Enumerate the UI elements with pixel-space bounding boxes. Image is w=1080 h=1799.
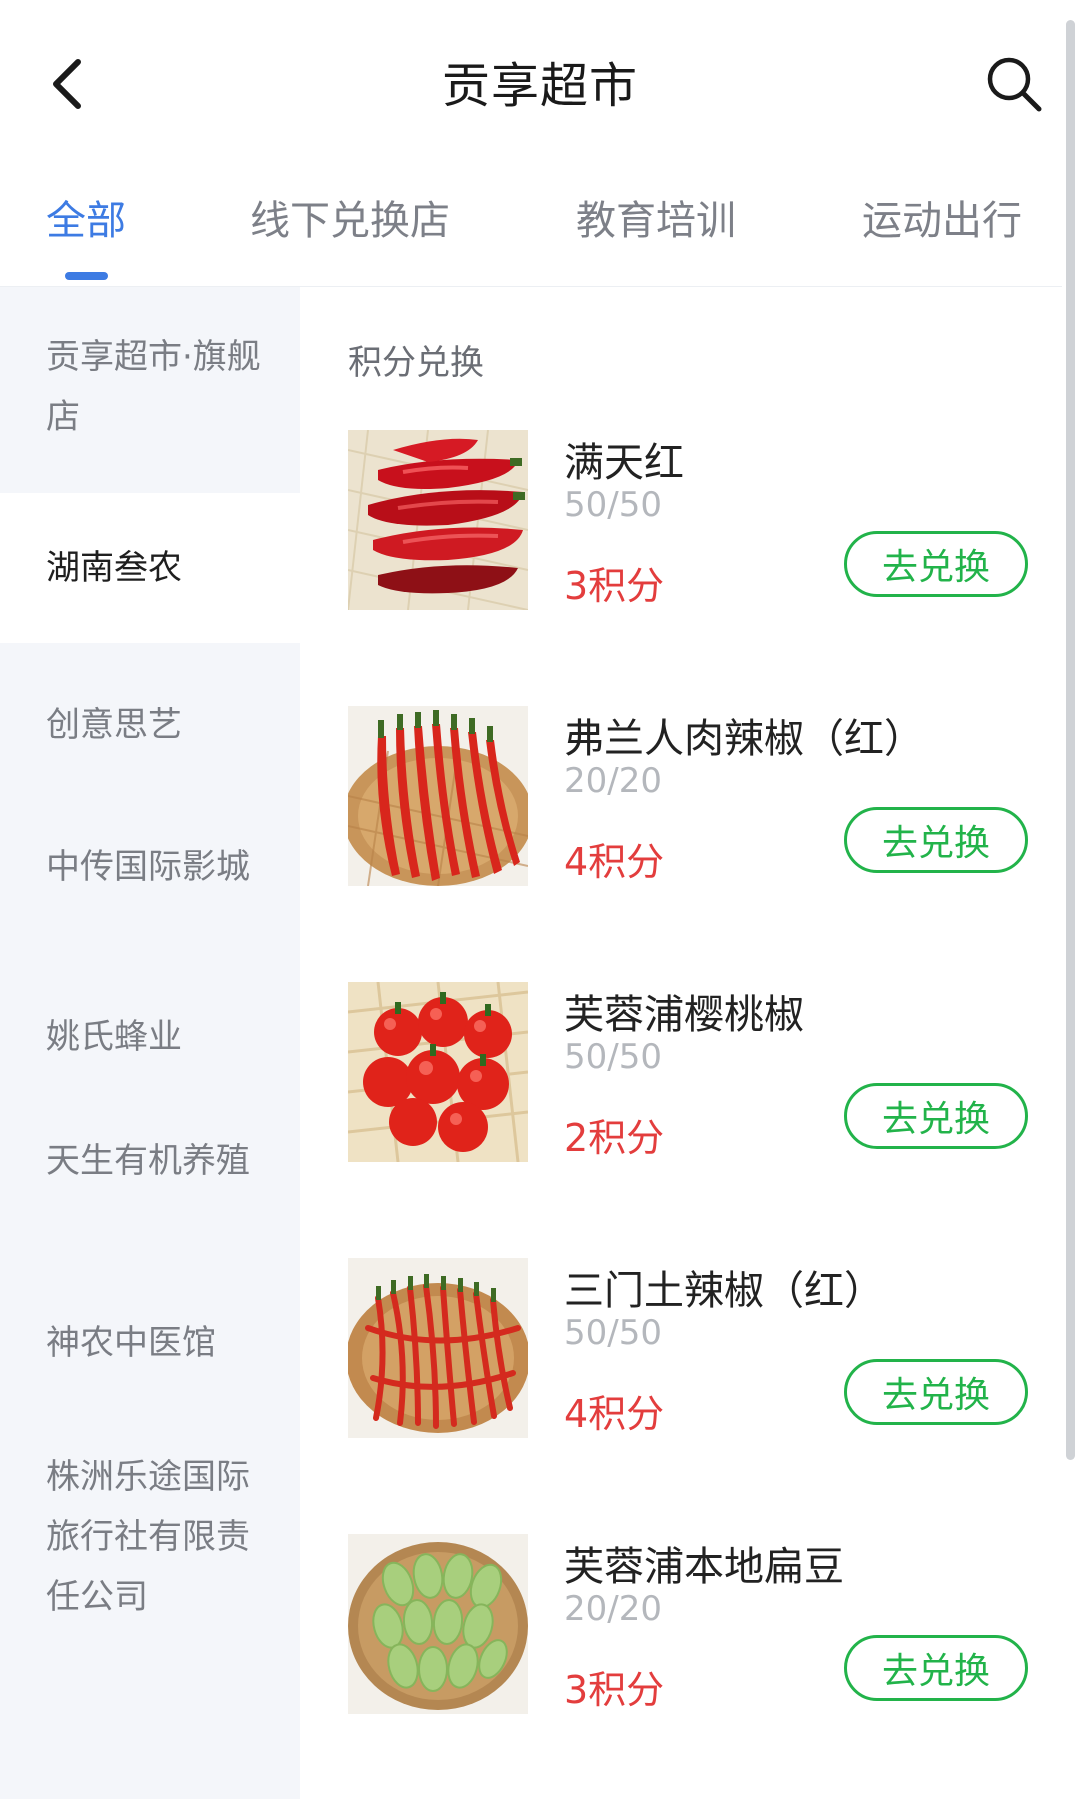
- product-points: 2积分: [564, 1116, 665, 1160]
- tab-education[interactable]: 教育培训: [576, 188, 736, 246]
- scrollbar-thumb[interactable]: [1066, 20, 1075, 1460]
- sidebar-item-flagship[interactable]: 贡享超市·旗舰店: [0, 287, 300, 493]
- sidebar-item-label: 天生有机养殖: [46, 1141, 250, 1181]
- tab-offline-store[interactable]: 线下兑换店: [250, 188, 450, 246]
- product-points: 4积分: [564, 840, 665, 884]
- thin-chili-image: [348, 1258, 528, 1438]
- product-name: 芙蓉浦本地扁豆: [564, 1544, 844, 1590]
- search-button[interactable]: [982, 52, 1046, 116]
- product-name: 弗兰人肉辣椒（红）: [564, 716, 924, 762]
- search-icon: [987, 57, 1042, 112]
- product-stock: 20/20: [564, 761, 662, 801]
- sidebar-item-travel-agency[interactable]: 株洲乐途国际旅行社有限责任公司: [0, 1407, 300, 1687]
- sidebar-item-label: 株洲乐途国际旅行社有限责任公司: [46, 1457, 250, 1617]
- active-tab-indicator: [65, 272, 108, 280]
- product-image: [348, 982, 528, 1162]
- product-stock: 20/20: [564, 1589, 662, 1629]
- product-image: [348, 1258, 528, 1438]
- product-stock: 50/50: [564, 485, 662, 525]
- tab-sports-travel[interactable]: 运动出行: [862, 188, 1022, 246]
- product-item[interactable]: 芙蓉浦樱桃椒 50/50 2积分 去兑换: [348, 982, 1048, 1164]
- sidebar-item-cinema[interactable]: 中传国际影城: [0, 787, 300, 957]
- page-title: 贡享超市: [441, 58, 638, 114]
- category-tabs: 全部 线下兑换店 教育培训 运动出行: [0, 160, 1062, 287]
- sidebar-item-label: 姚氏蜂业: [46, 1017, 182, 1057]
- product-item[interactable]: 弗兰人肉辣椒（红） 20/20 4积分 去兑换: [348, 706, 1048, 888]
- sidebar-item-tcm-clinic[interactable]: 神农中医馆: [0, 1267, 300, 1407]
- sidebar-item-hunan-sannong[interactable]: 湖南叁农: [0, 493, 300, 643]
- product-item[interactable]: 满天红 50/50 3积分 去兑换: [348, 430, 1048, 612]
- sidebar-item-organic-farm[interactable]: 天生有机养殖: [0, 1091, 300, 1267]
- product-item[interactable]: 芙蓉浦本地扁豆 20/20 3积分 去兑换: [348, 1534, 1048, 1716]
- product-stock: 50/50: [564, 1313, 662, 1353]
- product-stock: 50/50: [564, 1037, 662, 1077]
- app-header: 贡享超市: [0, 0, 1080, 160]
- sidebar-item-yaoshi-bee[interactable]: 姚氏蜂业: [0, 957, 300, 1091]
- product-image: [348, 430, 528, 610]
- sidebar-item-label: 贡享超市·旗舰店: [46, 337, 261, 437]
- product-image: [348, 706, 528, 886]
- product-list-panel: 积分兑换 满天红 50/50 3积分 去兑换 弗兰人肉辣椒（红） 20/20 4…: [300, 287, 1062, 1799]
- sidebar-item-label: 湖南叁农: [46, 548, 182, 588]
- sidebar-item-chuangyi[interactable]: 创意思艺: [0, 643, 300, 787]
- product-points: 3积分: [564, 564, 665, 608]
- product-image: [348, 1534, 528, 1714]
- store-sidebar: 贡享超市·旗舰店 湖南叁农 创意思艺 中传国际影城 姚氏蜂业 天生有机养殖 神农…: [0, 287, 300, 1799]
- product-item[interactable]: 三门土辣椒（红） 50/50 4积分 去兑换: [348, 1258, 1048, 1440]
- product-name: 满天红: [564, 440, 684, 486]
- exchange-button[interactable]: 去兑换: [844, 1083, 1028, 1149]
- product-points: 3积分: [564, 1668, 665, 1712]
- section-title: 积分兑换: [348, 343, 484, 383]
- exchange-button[interactable]: 去兑换: [844, 1359, 1028, 1425]
- product-name: 芙蓉浦樱桃椒: [564, 992, 804, 1038]
- cherry-pepper-image: [348, 982, 528, 1162]
- product-points: 4积分: [564, 1392, 665, 1436]
- sidebar-item-label: 中传国际影城: [46, 847, 250, 887]
- tab-all[interactable]: 全部: [46, 188, 126, 246]
- exchange-button[interactable]: 去兑换: [844, 807, 1028, 873]
- product-name: 三门土辣椒（红）: [564, 1268, 884, 1314]
- sidebar-item-label: 神农中医馆: [46, 1323, 216, 1363]
- exchange-button[interactable]: 去兑换: [844, 531, 1028, 597]
- exchange-button[interactable]: 去兑换: [844, 1635, 1028, 1701]
- long-chili-image: [348, 706, 528, 886]
- flat-bean-image: [348, 1534, 528, 1714]
- red-pepper-image: [348, 430, 528, 610]
- sidebar-item-label: 创意思艺: [46, 705, 182, 745]
